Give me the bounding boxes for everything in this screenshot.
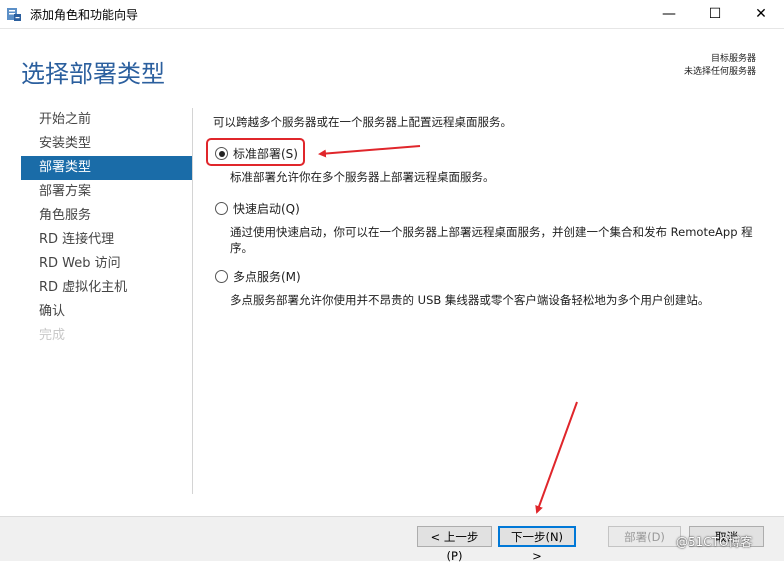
nav-item-deployment-scenario[interactable]: 部署方案	[21, 180, 192, 204]
window-title: 添加角色和功能向导	[30, 8, 139, 22]
nav-item-rd-web-access[interactable]: RD Web 访问	[21, 252, 192, 276]
minimize-button[interactable]: —	[646, 0, 692, 28]
close-icon: ✕	[755, 6, 767, 22]
nav-item-confirmation[interactable]: 确认	[21, 300, 192, 324]
option-description: 通过使用快速启动，你可以在一个服务器上部署远程桌面服务，并创建一个集合和发布 R…	[230, 225, 753, 255]
maximize-button[interactable]: ☐	[692, 0, 738, 28]
destination-label: 目标服务器	[710, 54, 756, 64]
nav-item-installation-type[interactable]: 安装类型	[21, 132, 192, 156]
annotation-arrow-option	[318, 145, 421, 158]
page-title: 选择部署类型	[21, 60, 165, 88]
destination-server: 目标服务器 未选择任何服务器	[684, 53, 756, 79]
title-bar: 添加角色和功能向导 — ☐ ✕	[0, 0, 784, 29]
content-pane: 可以跨越多个服务器或在一个服务器上配置远程桌面服务。 标准部署(S) 标准部署允…	[213, 114, 773, 307]
nav-item-role-services[interactable]: 角色服务	[21, 204, 192, 228]
server-manager-icon	[7, 8, 21, 21]
radio-multipoint-services[interactable]	[215, 270, 228, 283]
wizard-nav: 开始之前 安装类型 部署类型 部署方案 角色服务 RD 连接代理 RD Web …	[21, 108, 192, 348]
destination-value: 未选择任何服务器	[683, 67, 756, 77]
nav-item-rd-connection-broker[interactable]: RD 连接代理	[21, 228, 192, 252]
radio-quick-start[interactable]	[215, 202, 228, 215]
close-button[interactable]: ✕	[738, 0, 784, 28]
nav-item-before-you-begin[interactable]: 开始之前	[21, 108, 192, 132]
next-button[interactable]: 下一步(N) >	[498, 526, 576, 563]
minimize-icon: —	[662, 6, 676, 22]
option-label[interactable]: 多点服务(M)	[233, 268, 301, 285]
option-description: 标准部署允许你在多个服务器上部署远程桌面服务。	[230, 170, 495, 184]
deploy-button: 部署(D)	[608, 526, 681, 547]
nav-item-results: 完成	[39, 328, 66, 343]
watermark: @51CTO博客	[676, 535, 753, 549]
option-label[interactable]: 快速启动(Q)	[233, 200, 300, 217]
nav-item-rd-virtualization-host[interactable]: RD 虚拟化主机	[21, 276, 192, 300]
nav-item-deployment-type[interactable]: 部署类型	[21, 156, 192, 180]
option-description: 多点服务部署允许你使用并不昂贵的 USB 集线器或零个客户端设备轻松地为多个用户…	[230, 293, 710, 307]
annotation-highlight-box	[206, 138, 305, 166]
maximize-icon: ☐	[708, 6, 722, 22]
intro-text: 可以跨越多个服务器或在一个服务器上配置远程桌面服务。	[213, 115, 512, 129]
annotation-arrow-next	[535, 401, 578, 514]
previous-button[interactable]: < 上一步(P)	[417, 526, 492, 563]
nav-divider	[192, 108, 193, 494]
